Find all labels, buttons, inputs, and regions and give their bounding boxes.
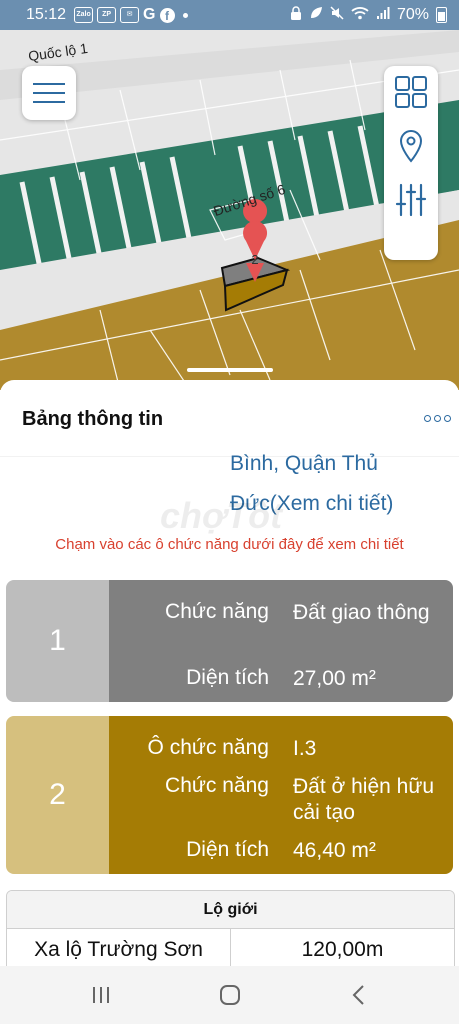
- card-value-area: 27,00 m²: [293, 667, 376, 690]
- grid-view-button[interactable]: [393, 74, 429, 110]
- battery-level: 70%: [396, 6, 429, 23]
- function-card-2[interactable]: 2 Ô chức năng I.3 Chức năng Đất ở hiện h…: [6, 716, 453, 874]
- sheet-title: Bảng thông tin: [22, 408, 164, 430]
- card-label-function: Chức năng: [165, 600, 269, 623]
- road-width: 120,00m: [301, 938, 384, 961]
- card-value-area: 46,40 m²: [293, 839, 376, 862]
- zalo-icon: Zalo: [74, 7, 94, 23]
- system-nav-bar: [0, 966, 459, 1024]
- mail-icon: ✉: [120, 7, 140, 23]
- svg-text:2: 2: [251, 252, 258, 267]
- card-label-zone: Ô chức năng: [147, 736, 269, 759]
- filter-button[interactable]: [393, 182, 429, 218]
- locate-button[interactable]: [393, 128, 429, 164]
- status-right: 70%: [290, 5, 447, 25]
- card-label-area: Diện tích: [186, 838, 269, 861]
- road-width-table: Lộ giới Xa lộ Trường Sơn 120,00m: [6, 890, 455, 966]
- back-chevron-icon: [352, 985, 364, 1005]
- map-tool-panel: [384, 66, 438, 260]
- signal-icon: [376, 6, 390, 25]
- wifi-icon: [351, 6, 369, 25]
- leaf-icon: [309, 6, 323, 25]
- function-card-1[interactable]: 1 Chức năng Đất giao thông Diện tích 27,…: [6, 580, 453, 702]
- road-name: Xa lộ Trường Sơn: [7, 929, 231, 966]
- more-options-button[interactable]: [424, 410, 454, 426]
- lock-icon: [290, 5, 302, 25]
- card-label-function: Chức năng: [165, 774, 269, 797]
- menu-button[interactable]: [22, 66, 76, 120]
- more-icon: [424, 414, 431, 422]
- recent-apps-button[interactable]: [88, 982, 114, 1008]
- watermark: chợTốt: [160, 495, 283, 536]
- google-icon: G: [143, 6, 156, 23]
- home-button[interactable]: [217, 982, 243, 1008]
- sheet-drag-handle[interactable]: [187, 368, 273, 372]
- grid-icon: [395, 76, 427, 108]
- card-number: 1: [6, 580, 109, 702]
- hint-text: Chạm vào các ô chức năng dưới đây để xem…: [55, 536, 404, 553]
- card-number: 2: [6, 716, 109, 874]
- status-bar: 15:12 Zalo ZP ✉ G f 70%: [0, 0, 459, 30]
- table-row[interactable]: Xa lộ Trường Sơn 120,00m: [7, 929, 454, 966]
- road-table-header: Lộ giới: [7, 891, 454, 929]
- card-value-function: Đất ở hiện hữu cải tạo: [293, 775, 435, 824]
- mute-icon: [330, 5, 344, 25]
- battery-icon: [436, 7, 447, 23]
- sliders-icon: [395, 183, 427, 217]
- map-view[interactable]: 1 2 Quốc lộ 1 Đường số 6: [0, 30, 459, 390]
- zp-icon: ZP: [97, 7, 117, 23]
- back-button[interactable]: [346, 982, 372, 1008]
- location-pin-icon: [399, 129, 423, 163]
- recent-apps-icon: [93, 987, 109, 1003]
- card-body: Chức năng Đất giao thông Diện tích 27,00…: [109, 580, 453, 702]
- facebook-icon: f: [159, 7, 175, 23]
- card-label-area: Diện tích: [186, 666, 269, 689]
- info-sheet: Bảng thông tin Bình, Quận Thủ Đức(Xem ch…: [0, 380, 459, 966]
- card-body: Ô chức năng I.3 Chức năng Đất ở hiện hữu…: [109, 716, 453, 874]
- address-line-1: Bình, Quận Thủ: [230, 452, 378, 475]
- home-icon: [220, 985, 240, 1005]
- notification-dot-icon: [182, 12, 188, 18]
- card-value-function: Đất giao thông: [293, 601, 430, 624]
- hamburger-icon: [33, 83, 65, 85]
- status-time: 15:12: [26, 6, 67, 23]
- card-value-zone: I.3: [293, 737, 317, 760]
